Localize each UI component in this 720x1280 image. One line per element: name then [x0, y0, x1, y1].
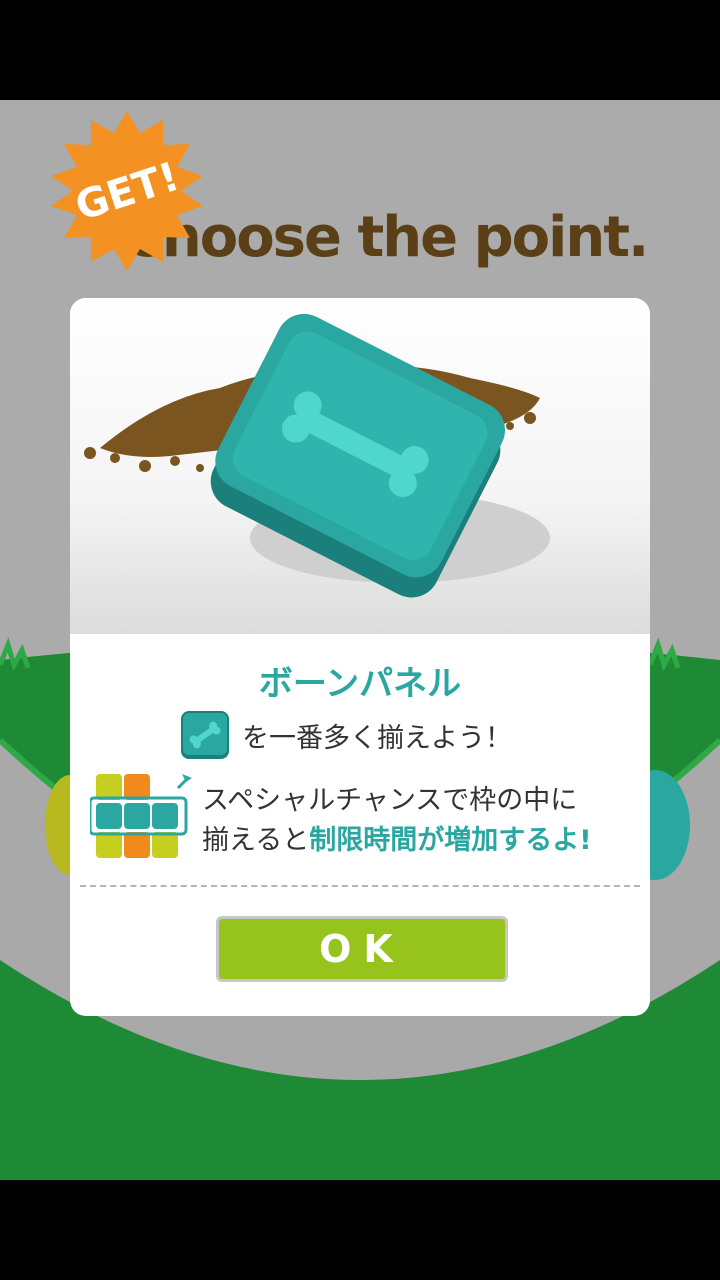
get-badge-icon: GET!: [51, 111, 203, 271]
bone-panel-icon: [181, 711, 229, 759]
bone-panel-art: [84, 313, 550, 598]
instruction-text-2b: 揃えると制限時間が増加するよ!: [202, 818, 592, 857]
dashed-divider: [80, 885, 640, 887]
bone-panel-illustration: [70, 298, 650, 634]
instruction-text-2a: スペシャルチャンスで枠の中に: [202, 785, 578, 816]
instruction-text-1: を一番多く揃えよう！: [242, 722, 512, 754]
status-bar: [0, 0, 720, 100]
panel-grid-icon: [90, 774, 192, 858]
navigation-bar: [0, 1180, 720, 1280]
instruction-text-2b-plain: 揃えると: [202, 825, 310, 856]
instruction-line-1: を一番多く揃えよう！: [180, 710, 512, 760]
panel-title: ボーンパネル: [258, 664, 462, 704]
instruction-line-2: スペシャルチャンスで枠の中に 揃えると制限時間が増加するよ!: [90, 774, 650, 864]
instruction-highlight: 制限時間が増加するよ!: [309, 825, 592, 856]
ok-button[interactable]: OK: [216, 916, 508, 982]
bone-panel-dialog: ボーンパネル を一番多く揃えよう！ スペシャルチャンスで枠の中に 揃えると制限時…: [70, 298, 650, 1016]
